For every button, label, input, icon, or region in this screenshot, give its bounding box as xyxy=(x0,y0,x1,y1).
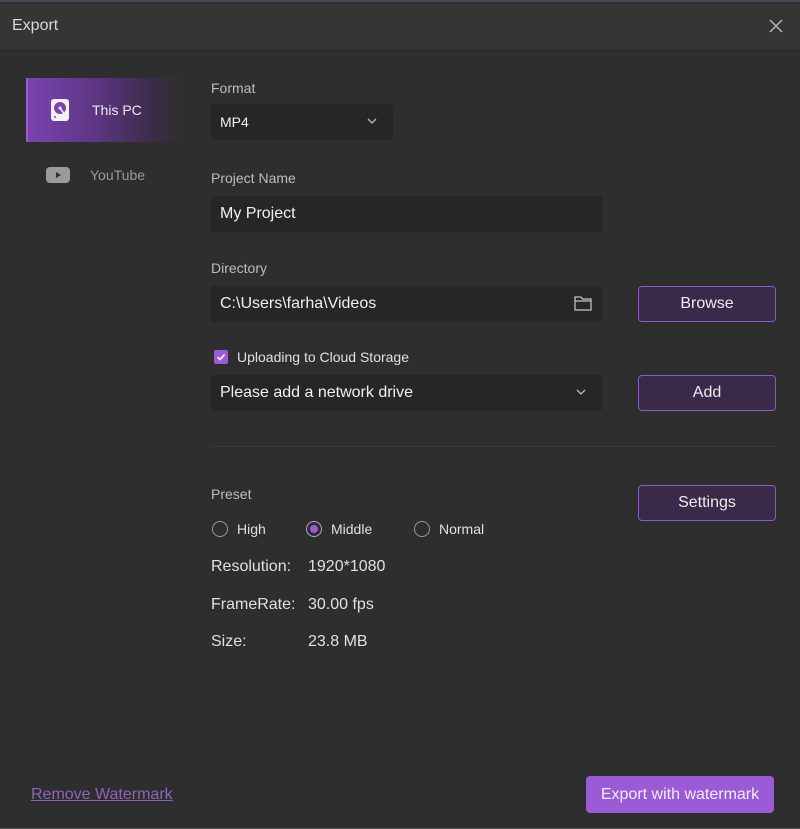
chevron-down-icon xyxy=(367,118,377,124)
project-name-input[interactable]: My Project xyxy=(211,196,602,232)
sidebar-item-label: This PC xyxy=(92,102,142,118)
resolution-label: Resolution: xyxy=(211,558,292,575)
preset-label-normal: Normal xyxy=(439,521,485,537)
resolution-value: 1920*1080 xyxy=(308,558,386,575)
remove-watermark-link[interactable]: Remove Watermark xyxy=(31,786,173,804)
preset-label: Preset xyxy=(211,486,252,502)
settings-button[interactable]: Settings xyxy=(638,485,776,521)
preset-radio-high[interactable] xyxy=(212,521,228,537)
preset-radio-normal[interactable] xyxy=(414,521,430,537)
project-name-label: Project Name xyxy=(211,170,296,186)
format-value: MP4 xyxy=(220,114,249,130)
close-icon xyxy=(769,19,783,33)
browse-button[interactable]: Browse xyxy=(638,286,776,322)
preset-label-high: High xyxy=(237,521,266,537)
size-value: 23.8 MB xyxy=(308,633,368,650)
hard-drive-icon xyxy=(48,98,72,122)
add-button[interactable]: Add xyxy=(638,375,776,411)
project-name-value: My Project xyxy=(220,205,296,222)
network-drive-dropdown[interactable]: Please add a network drive xyxy=(211,375,602,411)
directory-label: Directory xyxy=(211,260,268,276)
format-dropdown[interactable]: MP4 xyxy=(211,104,393,140)
checkmark-icon xyxy=(216,353,226,361)
export-dialog: Export This PC YouTube Format MP4 Projec… xyxy=(0,0,800,829)
export-button[interactable]: Export with watermark xyxy=(586,776,774,813)
directory-value: C:\Users\farha\Videos xyxy=(220,295,377,312)
close-button[interactable] xyxy=(766,16,786,36)
sidebar-item-this-pc[interactable]: This PC xyxy=(26,78,186,142)
chevron-down-icon xyxy=(576,389,586,395)
sidebar-item-youtube[interactable]: YouTube xyxy=(26,143,186,207)
size-label: Size: xyxy=(211,633,247,650)
divider xyxy=(211,446,776,447)
dialog-title: Export xyxy=(12,17,59,34)
cloud-upload-checkbox[interactable] xyxy=(214,350,228,364)
cloud-upload-label: Uploading to Cloud Storage xyxy=(237,349,410,365)
youtube-icon xyxy=(46,163,70,187)
preset-radio-middle[interactable] xyxy=(306,521,322,537)
format-label: Format xyxy=(211,80,256,96)
directory-input[interactable]: C:\Users\farha\Videos xyxy=(211,286,602,322)
network-drive-value: Please add a network drive xyxy=(220,384,413,401)
sidebar-item-label: YouTube xyxy=(90,167,146,183)
preset-label-middle: Middle xyxy=(331,521,373,537)
framerate-value: 30.00 fps xyxy=(308,596,374,613)
framerate-label: FrameRate: xyxy=(211,596,296,613)
title-bar: Export xyxy=(0,4,800,49)
folder-icon[interactable] xyxy=(574,295,592,311)
